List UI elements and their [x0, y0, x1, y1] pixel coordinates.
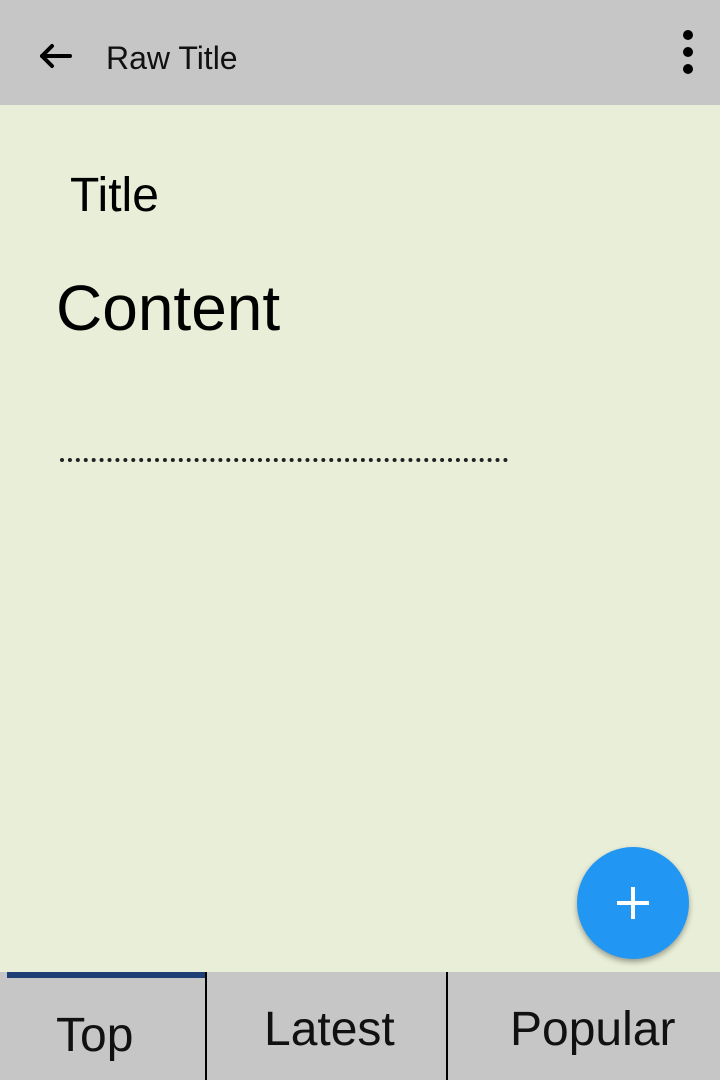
more-vert-icon: [683, 30, 693, 74]
arrow-left-icon: [40, 44, 72, 68]
tab-top-label: Top: [56, 1009, 134, 1062]
content-text: Content: [56, 272, 281, 344]
app-screen: Raw Title Title Content Top Latest Popul…: [0, 0, 720, 1080]
tab-popular[interactable]: Popular: [446, 972, 720, 1080]
dotted-divider: [60, 458, 508, 462]
app-bar: Raw Title: [0, 0, 720, 105]
back-button[interactable]: [36, 38, 76, 78]
plus-icon: [617, 887, 649, 919]
app-title: Raw Title: [106, 40, 238, 76]
tab-latest[interactable]: Latest: [206, 972, 446, 1080]
add-fab-button[interactable]: [577, 847, 689, 959]
tab-top[interactable]: Top: [0, 972, 206, 1080]
tab-selected-indicator: [7, 972, 206, 978]
bottom-tab-bar: Top Latest Popular: [0, 972, 720, 1080]
tab-popular-label: Popular: [510, 1003, 676, 1056]
content-title: Title: [70, 169, 159, 222]
tab-latest-label: Latest: [264, 1003, 395, 1056]
overflow-menu-button[interactable]: [672, 26, 704, 80]
